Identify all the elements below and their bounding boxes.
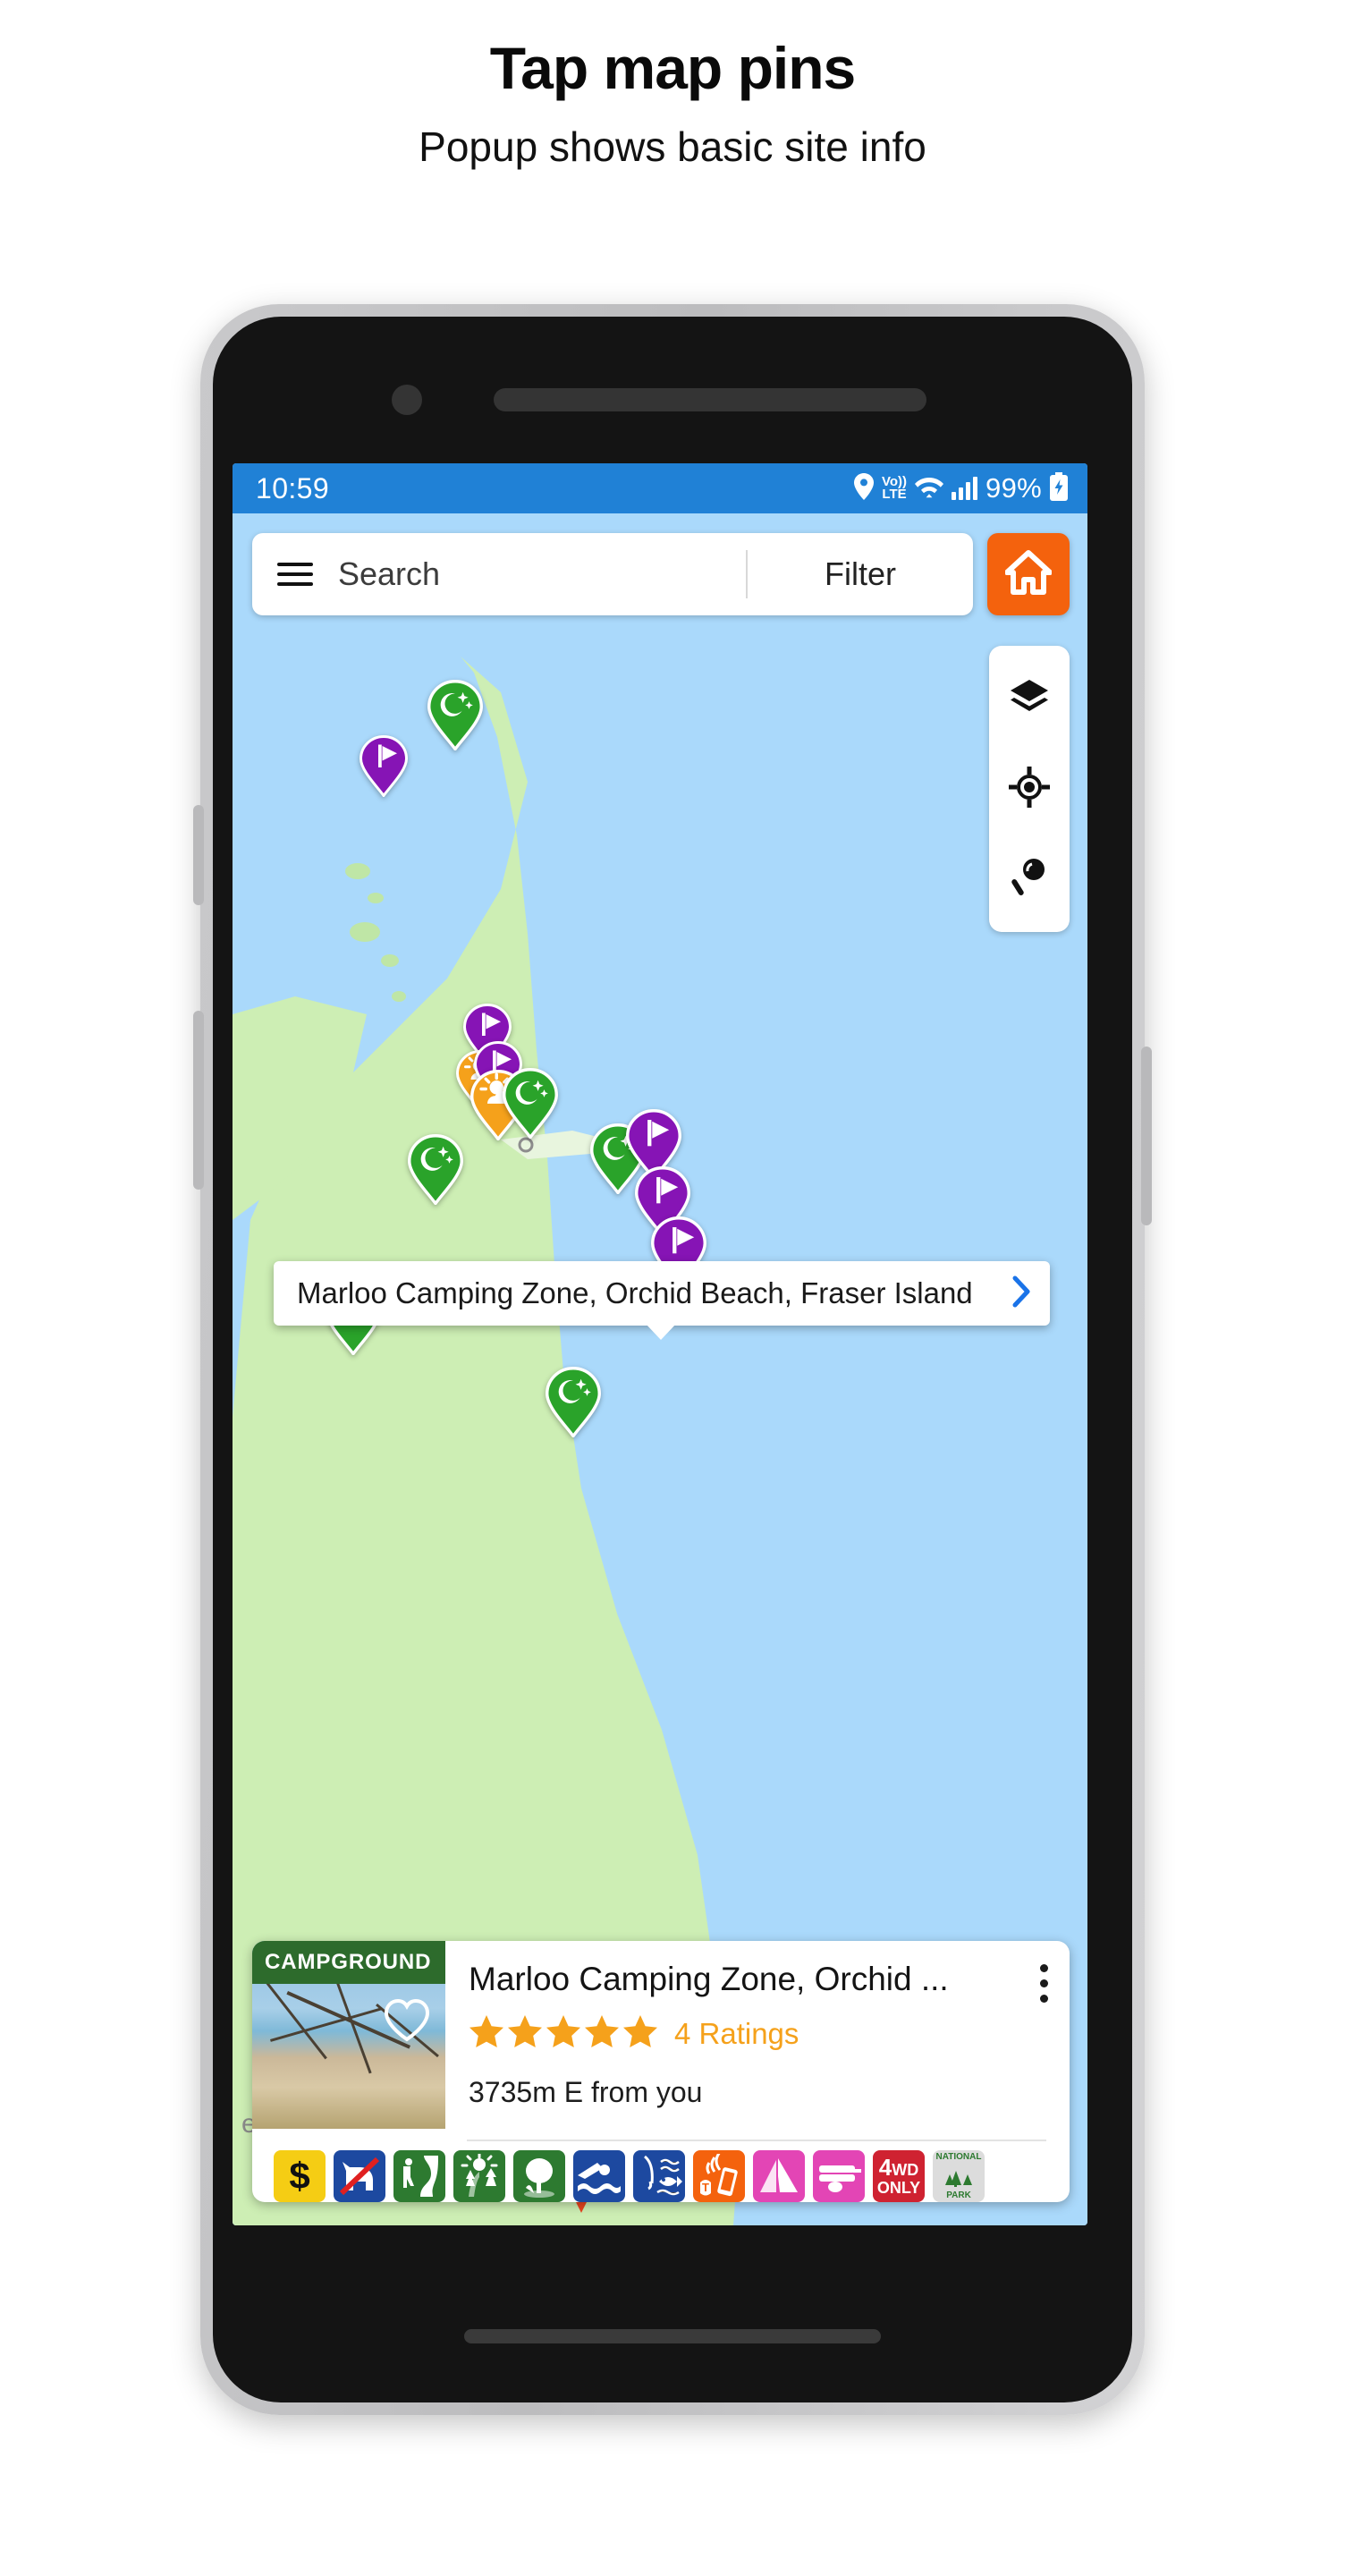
power-button[interactable] (1141, 1046, 1152, 1225)
svg-text:T: T (702, 2181, 709, 2194)
caravan-icon[interactable] (813, 2150, 865, 2202)
search-box[interactable]: Search Filter (252, 533, 973, 615)
map-pin-campground[interactable] (502, 1068, 558, 1140)
tree-shade-icon[interactable] (513, 2150, 565, 2202)
phone-notch (213, 372, 1132, 426)
distance-text: 3735m E from you (469, 2076, 703, 2108)
national-park-icon[interactable]: NATIONAL PARK (933, 2150, 985, 2202)
hamburger-menu-icon[interactable] (277, 563, 313, 586)
site-title: Marloo Camping Zone, Orchid ... (469, 1961, 949, 1997)
kebab-menu-icon[interactable] (1040, 1964, 1048, 2003)
signal-bars-icon (952, 477, 978, 500)
star-icon (622, 2014, 658, 2053)
star-icon (469, 2014, 504, 2053)
fees-apply-icon[interactable]: $ (274, 2150, 326, 2202)
volume-down-button[interactable] (193, 1011, 204, 1190)
map-pin-point-of-interest[interactable] (359, 734, 409, 798)
gesture-nav-pill[interactable] (464, 2329, 881, 2343)
tent-icon[interactable] (753, 2150, 805, 2202)
search-input[interactable]: Search (338, 555, 440, 593)
ratings-count: 4 Ratings (674, 2016, 799, 2050)
phone-mockup: 10:59 Vo)) LTE 99% Search Filter Marloo … (193, 304, 1152, 2415)
callout-tail (646, 1324, 676, 1340)
star-icon (546, 2014, 581, 2053)
status-time: 10:59 (256, 471, 330, 504)
amenity-icon-row: $ T 4WD ONLY NATIONAL PARK (252, 2141, 1070, 2202)
mangrove-sunrise-icon[interactable] (453, 2150, 505, 2202)
battery-percent: 99% (985, 472, 1042, 504)
map-search-button[interactable] (989, 834, 1070, 923)
card-top-row: CAMPGROUND Marloo Camping Zone, Orchid .… (252, 1941, 1070, 2130)
filter-button[interactable]: Filter (748, 555, 973, 593)
front-camera-icon (392, 385, 422, 415)
chevron-right-icon[interactable] (998, 1275, 1032, 1312)
promo-header: Tap map pins Popup shows basic site info (0, 0, 1345, 171)
mobile-signal-icon[interactable]: T (693, 2150, 745, 2202)
heart-outline-icon[interactable] (383, 1998, 431, 2047)
wifi-icon (915, 474, 944, 504)
callout-title: Marloo Camping Zone, Orchid Beach, Frase… (297, 1276, 973, 1309)
status-badge: CAMPGROUND (252, 1941, 445, 1984)
map-canvas[interactable]: er Island Google Search Filter (233, 513, 1087, 2225)
rating-row: 4 Ratings (469, 2014, 1053, 2053)
page-subtitle: Popup shows basic site info (419, 123, 926, 171)
map-pin-campground[interactable] (545, 1367, 601, 1439)
star-rating (469, 2014, 658, 2053)
my-location-button[interactable] (989, 744, 1070, 834)
site-thumbnail[interactable]: CAMPGROUND (252, 1941, 445, 2130)
crosshair-icon (1009, 766, 1050, 812)
search-bar: Search Filter (252, 533, 1070, 615)
star-icon (584, 2014, 620, 2053)
status-bar: 10:59 Vo)) LTE 99% (233, 463, 1087, 513)
volume-up-button[interactable] (193, 805, 204, 905)
map-layers-button[interactable] (989, 655, 1070, 744)
phone-screen: 10:59 Vo)) LTE 99% Search Filter Marloo … (233, 463, 1087, 2225)
map-controls (989, 646, 1070, 932)
map-pin-campground[interactable] (427, 680, 483, 752)
four-wheel-drive-icon[interactable]: 4WD ONLY (873, 2150, 925, 2202)
location-pin-icon (854, 472, 874, 504)
layers-icon (1009, 678, 1050, 722)
earpiece-speaker (494, 388, 926, 411)
map-callout-popup[interactable]: Marloo Camping Zone, Orchid Beach, Frase… (274, 1261, 1050, 1326)
home-button[interactable] (987, 533, 1070, 615)
swimming-icon[interactable] (573, 2150, 625, 2202)
star-icon (507, 2014, 543, 2053)
magnifier-icon (1010, 856, 1049, 902)
map-pin-campground[interactable] (407, 1134, 463, 1207)
home-icon (1004, 549, 1053, 599)
card-info: Marloo Camping Zone, Orchid ... 4 Rating… (445, 1941, 1070, 2129)
volte-icon: Vo)) LTE (882, 473, 908, 502)
battery-charging-icon (1050, 471, 1068, 505)
fishing-icon[interactable] (633, 2150, 685, 2202)
walking-track-icon[interactable] (393, 2150, 445, 2202)
no-dogs-icon[interactable] (334, 2150, 385, 2202)
page-title: Tap map pins (489, 35, 857, 101)
site-detail-card[interactable]: CAMPGROUND Marloo Camping Zone, Orchid .… (252, 1941, 1070, 2202)
